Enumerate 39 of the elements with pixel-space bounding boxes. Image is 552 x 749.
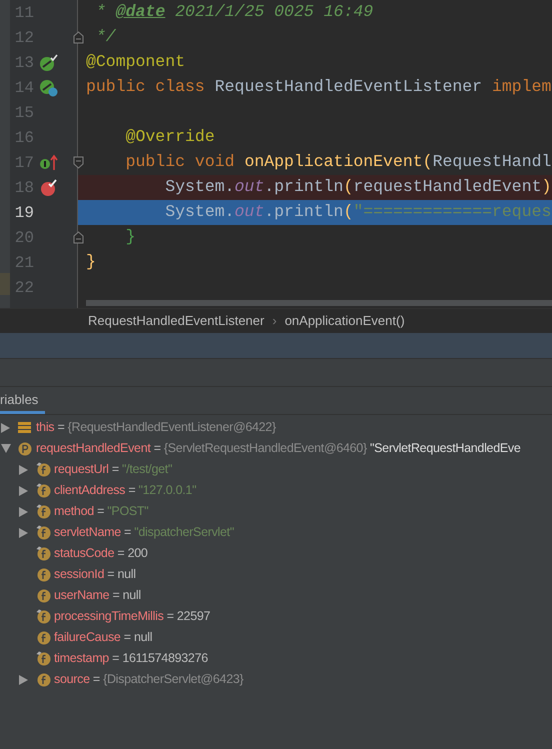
variable-entry[interactable]: processingTimeMillis = 22597 [54,607,210,626]
variable-entry[interactable]: source = {DispatcherServlet@6423} [54,670,244,689]
variable-entry[interactable]: servletName = "dispatcherServlet" [54,523,234,542]
code-line: @Component [86,51,186,74]
breadcrumb[interactable]: RequestHandledEventListener [88,311,264,331]
variables-tab[interactable]: riables [0,388,45,414]
bean-class-icon[interactable] [39,78,59,96]
list-icon [18,421,31,434]
variable-entry[interactable]: requestHandledEvent = {ServletRequestHandledEvent@6460} "ServletRequestHandledEve [36,439,521,458]
variable-entry[interactable]: failureCause = null [54,628,152,647]
line-number: 19 [14,202,34,224]
side-marker [0,273,10,295]
code-line: * @date 2021/1/25 0025 16:49 [94,1,374,24]
breadcrumb-separator: › [272,312,277,330]
variable-entry[interactable]: statusCode = 200 [54,544,148,563]
variable-entry[interactable]: userName = null [54,586,141,605]
variable-entry[interactable]: method = "POST" [54,502,148,521]
parameter-icon [18,442,32,456]
horizontal-scrollbar[interactable] [86,300,552,306]
fold-icon[interactable] [73,156,84,169]
implements-icon[interactable] [39,154,59,172]
variable-entry[interactable]: clientAddress = "127.0.0.1" [54,481,196,500]
code-line: @Override [124,126,215,148]
breadcrumb[interactable]: onApplicationEvent() [284,311,405,331]
variable-entry[interactable]: requestUrl = "/test/get" [54,460,172,479]
variable-entry[interactable]: this = {RequestHandledEventListener@6422} [36,418,276,437]
fold-icon[interactable] [73,231,84,244]
variable-entry[interactable]: sessionId = null [54,565,136,584]
code-line: } [124,226,136,248]
bean-icon[interactable] [39,54,59,72]
variable-entry[interactable]: timestamp = 1611574893276 [54,649,208,668]
breakpoint-icon[interactable] [39,178,59,196]
code-line: System.out.println(requestHandledEvent) [164,176,552,198]
code-line: public class RequestHandledEventListener implem [86,76,552,98]
code-line: */ [94,26,116,48]
code-line: public void onApplicationEvent(RequestHandl [124,151,552,174]
code-line: } [86,251,96,274]
fold-icon[interactable] [73,31,84,44]
code-line: System.out.println("=============reques [164,201,552,224]
